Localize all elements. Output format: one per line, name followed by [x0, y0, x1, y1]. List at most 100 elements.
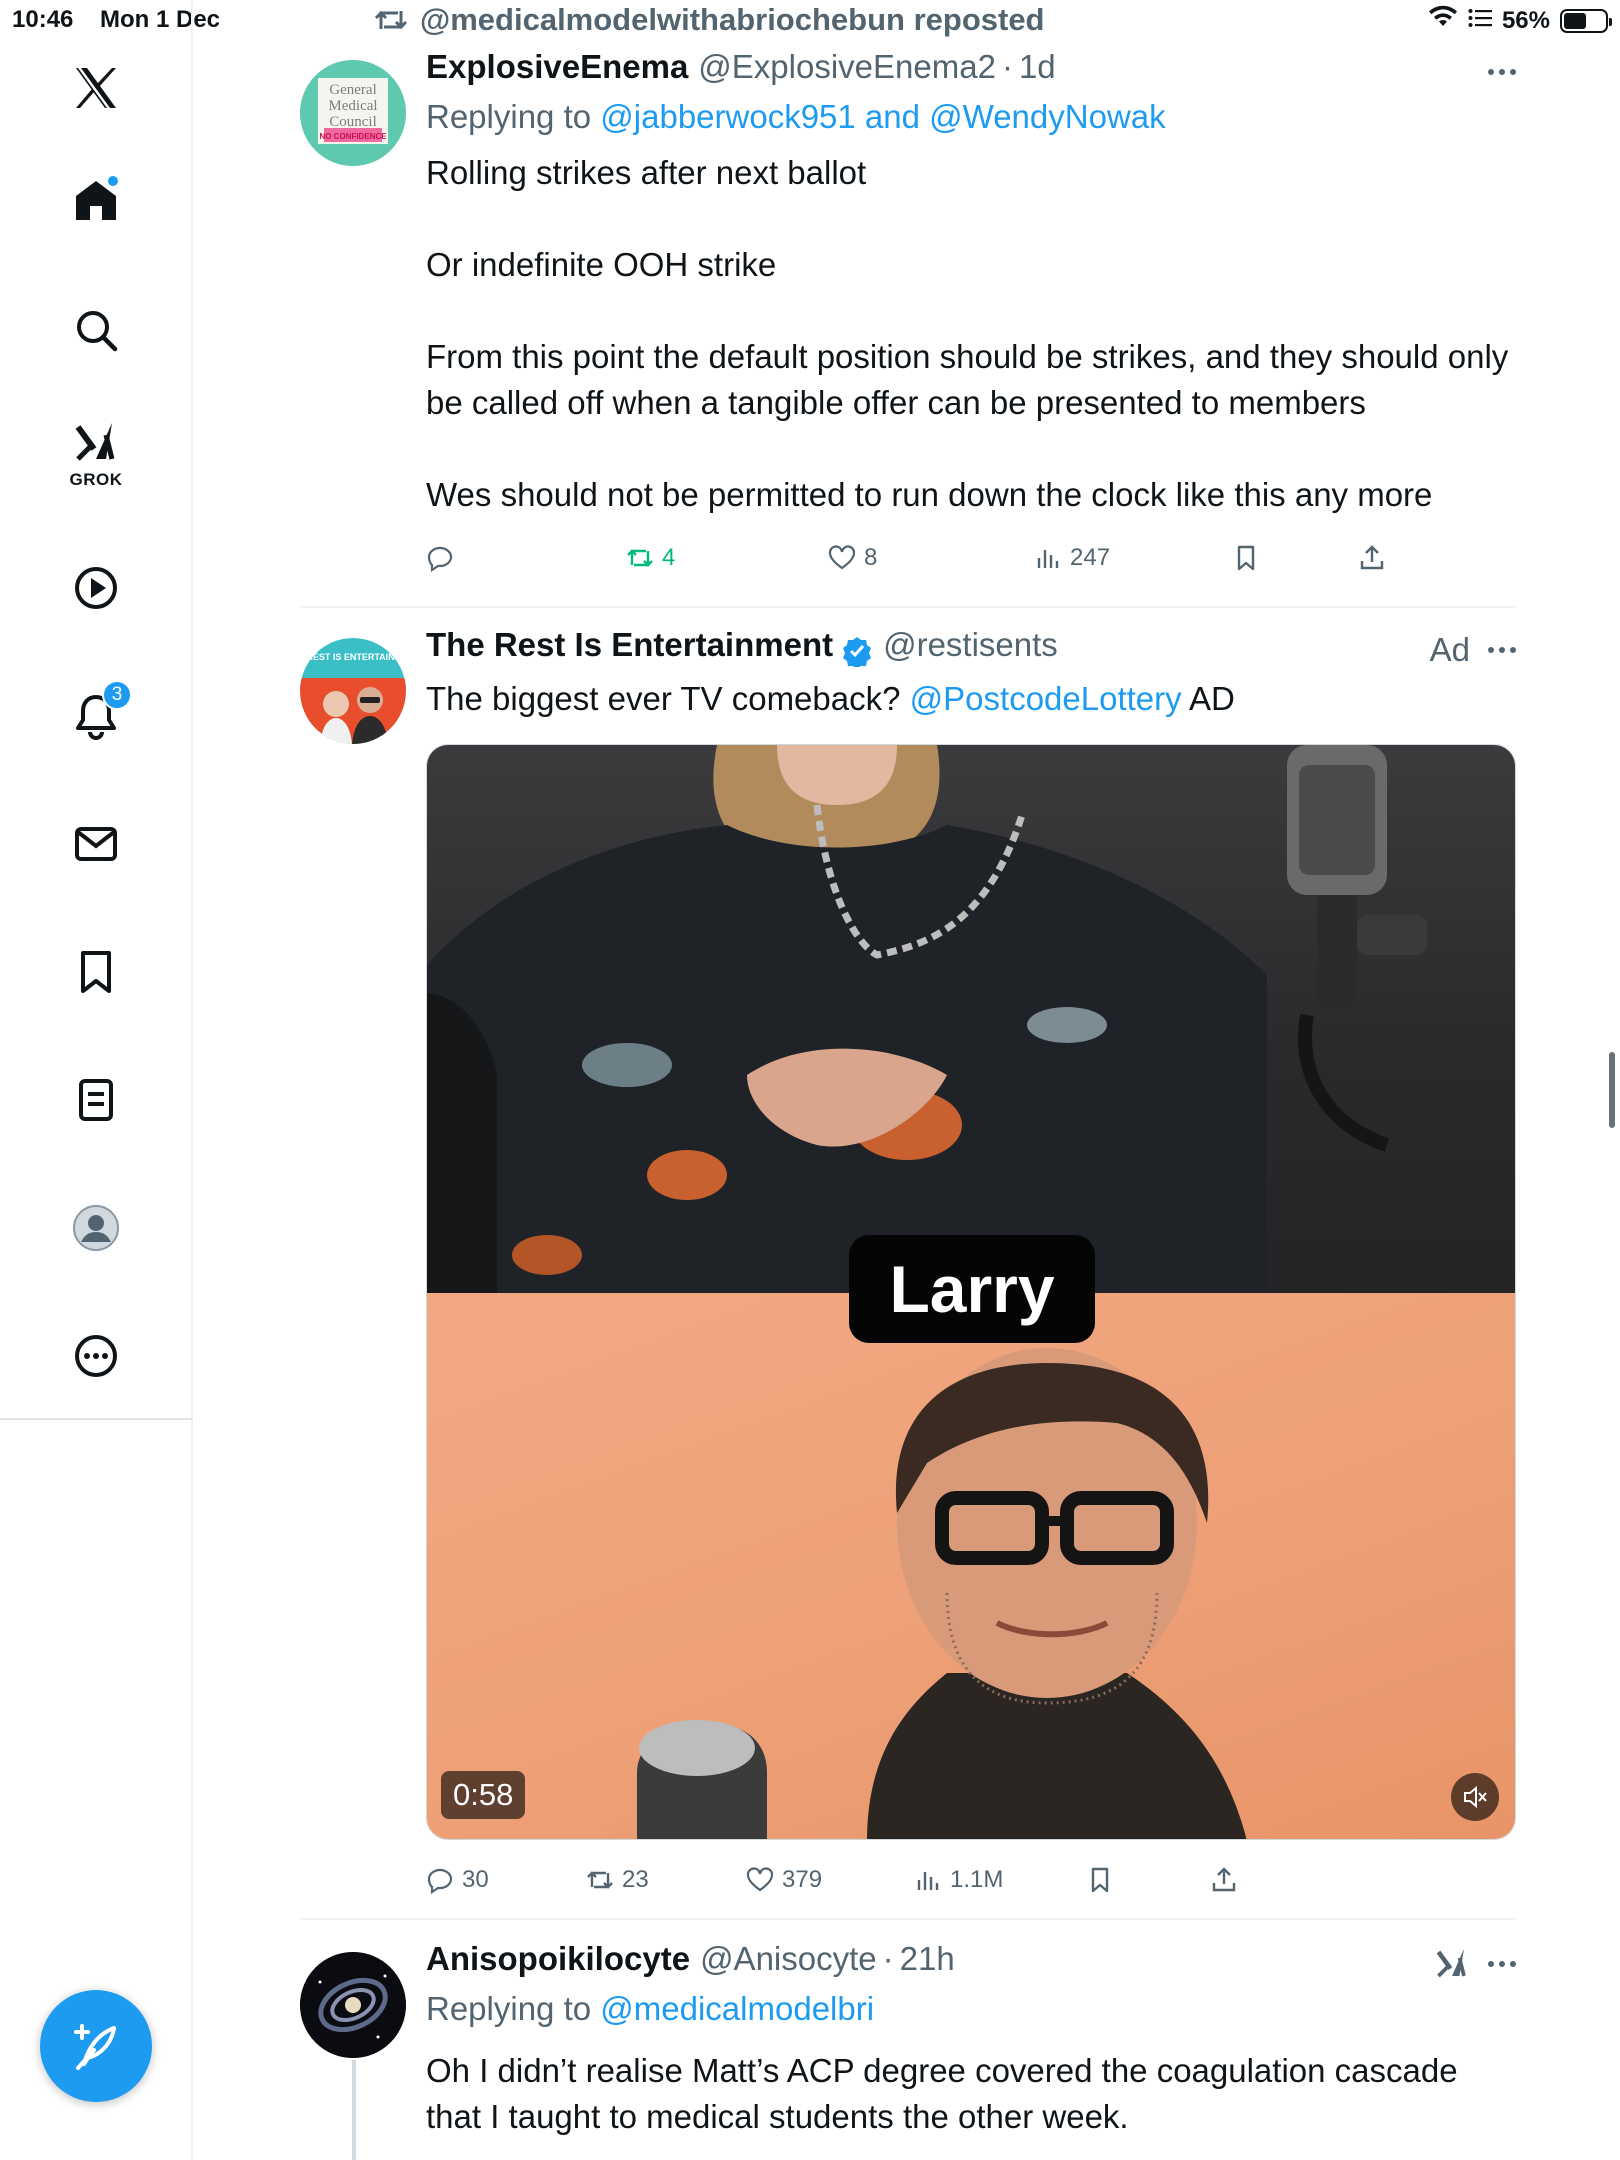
repost-button[interactable]: 23	[586, 1866, 649, 1894]
like-button[interactable]: 8	[828, 544, 877, 572]
bookmark-icon	[1091, 1867, 1109, 1893]
reply-button[interactable]	[426, 544, 462, 572]
replying-to-mentions[interactable]: @medicalmodelbri	[600, 1990, 874, 2027]
sidebar-item-profile[interactable]	[56, 1188, 136, 1268]
sidebar-item-messages[interactable]	[56, 804, 136, 884]
share-button[interactable]	[1210, 1866, 1238, 1894]
avatar-text-line-2: Medical	[328, 98, 377, 114]
sidebar-item-lists[interactable]	[56, 1060, 136, 1140]
tweet-time[interactable]: 21h	[900, 1940, 955, 1978]
author-name[interactable]: ExplosiveEnema	[426, 48, 688, 86]
views-count: 1.1M	[950, 1866, 1004, 1893]
replying-to-prefix: Replying to	[426, 98, 592, 135]
tweet-paragraph: From this point the default position sho…	[426, 338, 1509, 421]
sidebar-item-notifications[interactable]: 3	[56, 676, 136, 756]
tweet-time[interactable]: 1d	[1019, 48, 1056, 86]
reply-count: 30	[462, 1866, 489, 1893]
bookmark-icon	[81, 951, 111, 993]
author-handle[interactable]: @restisents	[883, 626, 1058, 664]
thread-connector	[352, 2060, 356, 2160]
views-count: 247	[1070, 544, 1111, 571]
reply-icon	[427, 1868, 453, 1894]
sidebar-item-home[interactable]	[56, 160, 136, 240]
bookmark-button[interactable]	[1086, 1866, 1114, 1894]
replying-to: Replying to @medicalmodelbri	[426, 1990, 1516, 2040]
replying-to: Replying to @jabberwock951 and @WendyNow…	[426, 98, 1516, 148]
video-player[interactable]: Larry 0:58	[426, 744, 1516, 1840]
more-circle-icon	[75, 1335, 117, 1377]
tweet-header: Anisopoikilocyte @Anisocyte · 21h	[426, 1940, 1516, 1990]
sidebar-item-more[interactable]	[56, 1316, 136, 1396]
author-name[interactable]: The Rest Is Entertainment	[426, 626, 833, 664]
more-options-icon[interactable]	[1488, 1944, 1516, 1984]
tweet-paragraph: Wes should not be permitted to run down …	[426, 476, 1433, 513]
share-icon	[1212, 1867, 1236, 1892]
tweet-explosiveenema[interactable]: General Medical Council NO CONFIDENCE Ex…	[300, 48, 1516, 588]
like-button[interactable]: 379	[746, 1866, 822, 1894]
heart-icon	[746, 1867, 774, 1892]
play-icon	[75, 567, 117, 609]
tweet-header: The Rest Is Entertainment @restisents	[426, 626, 1516, 676]
tweet-anisopoikilocyte[interactable]: Anisopoikilocyte @Anisocyte · 21h Replyi…	[300, 1940, 1516, 2160]
avatar-stamp-text: NO CONFIDENCE	[319, 132, 387, 141]
sidebar-item-grok[interactable]: GROK	[56, 410, 136, 490]
reply-icon	[427, 546, 453, 572]
replying-to-prefix: Replying to	[426, 1990, 592, 2027]
views-button[interactable]: 1.1M	[914, 1866, 1003, 1894]
compose-feather-icon	[74, 2024, 116, 2070]
avatar-restisentertainment[interactable]: THE REST IS ENTERTAINMENT	[300, 638, 406, 744]
repost-context-label: @medicalmodelwithabriochebun reposted	[420, 2, 1045, 37]
sidebar-item-search[interactable]	[56, 290, 136, 370]
bookmark-icon	[1237, 545, 1255, 571]
repost-context[interactable]: @medicalmodelwithabriochebun reposted	[374, 0, 1045, 40]
heart-icon	[828, 545, 856, 570]
x-logo-link[interactable]	[56, 48, 136, 128]
avatar-text-line-1: General	[329, 82, 376, 98]
sidebar-divider	[0, 1418, 193, 1420]
more-options-icon[interactable]	[1488, 52, 1516, 92]
wifi-icon	[1428, 5, 1458, 36]
grok-icon[interactable]	[1434, 1946, 1470, 1982]
notifications-badge: 3	[102, 680, 132, 710]
avatar-text-line-3: Council	[329, 114, 377, 130]
views-chart-icon	[917, 1872, 939, 1890]
grok-icon	[75, 423, 115, 461]
repost-button[interactable]: 4	[626, 544, 675, 572]
author-name[interactable]: Anisopoikilocyte	[426, 1940, 690, 1978]
reply-button[interactable]: 30	[426, 1866, 489, 1894]
bookmark-button[interactable]	[1232, 544, 1260, 572]
compose-button[interactable]	[40, 1990, 152, 2102]
video-frame-bottom	[427, 1293, 1515, 1839]
video-frame-top	[427, 745, 1515, 1293]
sidebar-item-bookmarks[interactable]	[56, 932, 136, 1012]
views-button[interactable]: 247	[1034, 544, 1110, 572]
repost-count: 4	[662, 544, 676, 571]
tweet-header: ExplosiveEnema @ExplosiveEnema2 · 1d	[426, 48, 1516, 98]
sidebar: GROK 3	[0, 0, 193, 2160]
repost-icon	[587, 1871, 613, 1889]
sidebar-item-video[interactable]	[56, 548, 136, 628]
tweet-actions: 4 8 247	[426, 538, 1516, 578]
author-handle[interactable]: @ExplosiveEnema2	[698, 48, 996, 86]
scrollbar[interactable]	[1609, 1052, 1615, 1128]
tweet-divider	[300, 606, 1516, 608]
share-button[interactable]	[1358, 544, 1386, 572]
verified-badge-icon	[843, 637, 872, 667]
signal-list-icon	[1468, 7, 1492, 35]
tweet-text-suffix: AD	[1189, 680, 1235, 717]
tweet-content: ExplosiveEnema @ExplosiveEnema2 · 1d Rep…	[426, 48, 1516, 572]
more-options-icon[interactable]	[1488, 630, 1516, 670]
profile-avatar-icon	[73, 1205, 119, 1251]
avatar-explosiveenema[interactable]: General Medical Council NO CONFIDENCE	[300, 60, 406, 166]
author-handle[interactable]: @Anisocyte	[700, 1940, 877, 1978]
mute-button[interactable]	[1451, 1773, 1499, 1821]
tweet-restisentertainment-ad[interactable]: THE REST IS ENTERTAINMENT The Rest Is En…	[300, 626, 1516, 1906]
tweet-mention[interactable]: @PostcodeLottery	[910, 680, 1182, 717]
avatar-anisopoikilocyte[interactable]	[300, 1952, 406, 2058]
video-duration: 0:58	[441, 1771, 526, 1819]
tweet-actions: 30 23 379 1.1M	[426, 1860, 1516, 1900]
mail-icon	[75, 827, 117, 861]
grok-label: GROK	[69, 470, 123, 489]
replying-to-mentions[interactable]: @jabberwock951 and @WendyNowak	[600, 98, 1165, 135]
video-caption: Larry	[849, 1235, 1095, 1343]
